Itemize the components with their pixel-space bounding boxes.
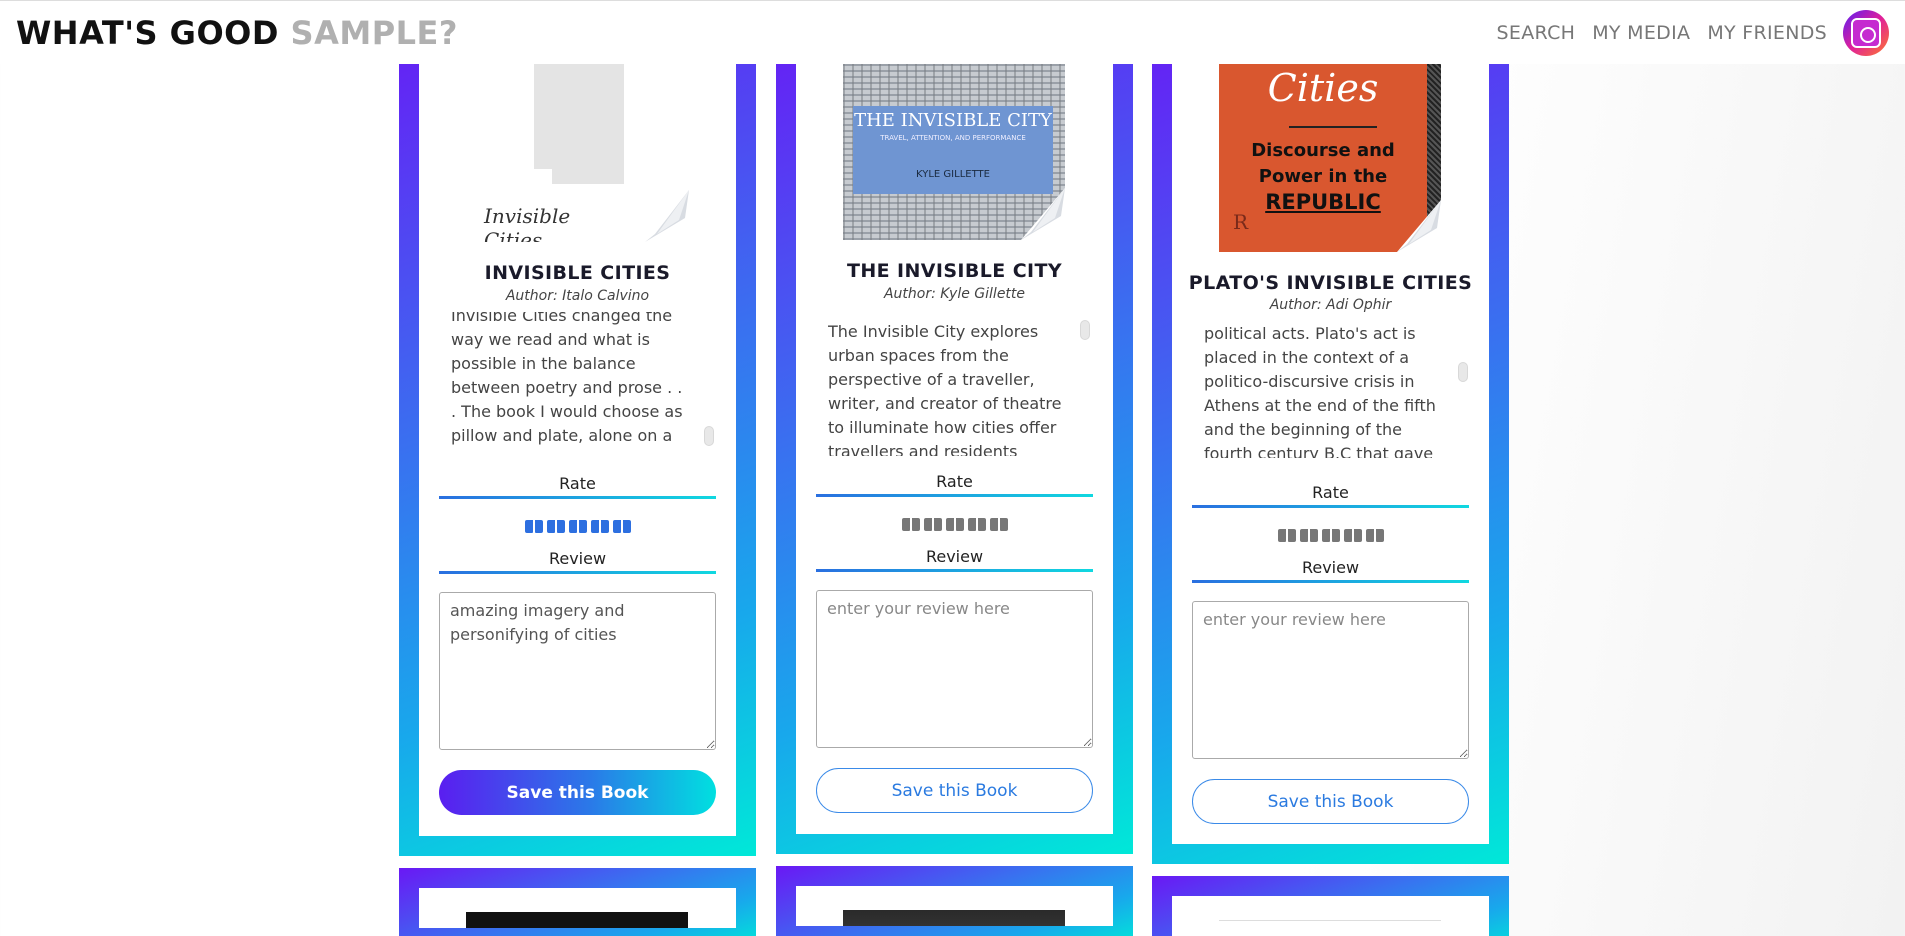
cover-line-3: REPUBLIC <box>1265 190 1381 214</box>
review-textarea[interactable] <box>439 592 716 750</box>
book-card-body: THE INVISIBLE CITY TRAVEL, ATTENTION, AN… <box>796 0 1113 834</box>
cover-title: THE INVISIBLE CITY <box>854 110 1052 131</box>
page-curl-icon <box>1021 188 1065 240</box>
review-divider <box>816 569 1093 572</box>
description-scrollbar[interactable] <box>704 426 714 446</box>
cover-subtitle: TRAVEL, ATTENTION, AND PERFORMANCE <box>880 134 1026 142</box>
book-rating-icon[interactable] <box>1299 529 1318 542</box>
book-rating[interactable] <box>1172 529 1489 546</box>
profile-avatar[interactable] <box>1843 9 1889 56</box>
book-card: THE INVISIBLE CITY TRAVEL, ATTENTION, AN… <box>776 0 1133 854</box>
book-description: political acts. Plato's act is placed in… <box>1204 324 1436 458</box>
save-book-button[interactable]: Save this Book <box>439 770 716 815</box>
save-book-button[interactable]: Save this Book <box>1192 779 1469 824</box>
publisher-logo: R <box>1233 210 1249 234</box>
top-navbar: WHAT'S GOOD SAMPLE? SEARCH MY MEDIA MY F… <box>0 0 1905 64</box>
rate-label: Rate <box>936 472 973 491</box>
cover-script: Invisible Cities <box>484 204 571 242</box>
book-cover <box>843 910 1065 926</box>
book-card-body <box>1172 896 1489 936</box>
review-label: Review <box>925 547 984 566</box>
book-rating-icon[interactable] <box>568 520 587 533</box>
book-rating-icon[interactable] <box>901 518 920 531</box>
book-rating-icon[interactable] <box>1343 529 1362 542</box>
page-curl-icon <box>1397 200 1441 252</box>
review-textarea[interactable] <box>1192 601 1469 759</box>
book-rating[interactable] <box>419 520 736 537</box>
brand-logo[interactable]: WHAT'S GOOD SAMPLE? <box>16 14 458 52</box>
rate-divider <box>1192 505 1469 508</box>
book-card-body <box>419 888 736 928</box>
nav-search[interactable]: SEARCH <box>1497 22 1576 44</box>
review-textarea[interactable] <box>816 590 1093 748</box>
book-card-body: Invisible Cities INVISIBLE CITIES Author… <box>419 0 736 836</box>
book-card: Invisible Cities INVISIBLE CITIES Author… <box>399 0 756 856</box>
rate-divider <box>439 496 716 499</box>
book-rating-icon[interactable] <box>1321 529 1340 542</box>
book-description: The Invisible City explores urban spaces… <box>828 322 1062 456</box>
description-scrollbar[interactable] <box>1080 320 1090 340</box>
rate-divider <box>816 494 1093 497</box>
book-rating-icon[interactable] <box>1277 529 1296 542</box>
book-rating-icon[interactable] <box>967 518 986 531</box>
instagram-icon <box>1851 17 1881 48</box>
book-card-body: Cities Discourse and Power in the REPUBL… <box>1172 0 1489 844</box>
description-scrollbar[interactable] <box>1458 362 1468 382</box>
book-rating-icon[interactable] <box>923 518 942 531</box>
book-cover: THE INVISIBLE CITY TRAVEL, ATTENTION, AN… <box>843 64 1065 240</box>
book-author: Author: Adi Ophir <box>1269 297 1392 313</box>
book-cover <box>466 912 688 928</box>
book-rating-icon[interactable] <box>1365 529 1384 542</box>
book-rating-icon[interactable] <box>989 518 1008 531</box>
book-description: Invisible Cities changed the way we read… <box>451 312 683 445</box>
book-title: PLATO'S INVISIBLE CITIES <box>1188 272 1473 294</box>
book-rating[interactable] <box>796 518 1113 535</box>
review-divider <box>1192 580 1469 583</box>
book-card <box>1152 876 1509 936</box>
book-rating-icon[interactable] <box>590 520 609 533</box>
book-rating-icon[interactable] <box>612 520 631 533</box>
book-card <box>776 866 1133 936</box>
save-book-button[interactable]: Save this Book <box>816 768 1093 813</box>
book-cover <box>1219 920 1441 936</box>
book-rating-icon[interactable] <box>546 520 565 533</box>
review-label: Review <box>1301 558 1360 577</box>
book-rating-icon[interactable] <box>945 518 964 531</box>
brand-sub: SAMPLE? <box>290 13 458 52</box>
book-author: Author: Kyle Gillette <box>883 286 1026 302</box>
book-card <box>399 868 756 936</box>
nav-my-media[interactable]: MY MEDIA <box>1592 22 1690 44</box>
book-cover: Invisible Cities <box>444 64 689 242</box>
cover-line-2: Power in the <box>1258 166 1388 187</box>
page-curl-icon <box>645 190 689 242</box>
brand-main: WHAT'S GOOD <box>16 13 279 52</box>
book-card-body <box>796 886 1113 926</box>
book-author: Author: Italo Calvino <box>505 288 650 304</box>
rate-label: Rate <box>559 474 596 493</box>
review-divider <box>439 571 716 574</box>
book-rating-icon[interactable] <box>524 520 543 533</box>
book-card: Cities Discourse and Power in the REPUBL… <box>1152 0 1509 864</box>
rate-label: Rate <box>1312 483 1349 502</box>
review-label: Review <box>548 549 607 568</box>
cover-line-1: Discourse and <box>1251 140 1395 161</box>
nav-my-friends[interactable]: MY FRIENDS <box>1707 22 1827 44</box>
nav-links: SEARCH MY MEDIA MY FRIENDS <box>1480 9 1889 56</box>
book-cover: Cities Discourse and Power in the REPUBL… <box>1219 64 1441 252</box>
cover-author: KYLE GILLETTE <box>916 169 990 180</box>
book-title: THE INVISIBLE CITY <box>846 260 1063 282</box>
book-title: INVISIBLE CITIES <box>484 262 671 284</box>
cover-word: Cities <box>1267 66 1379 110</box>
